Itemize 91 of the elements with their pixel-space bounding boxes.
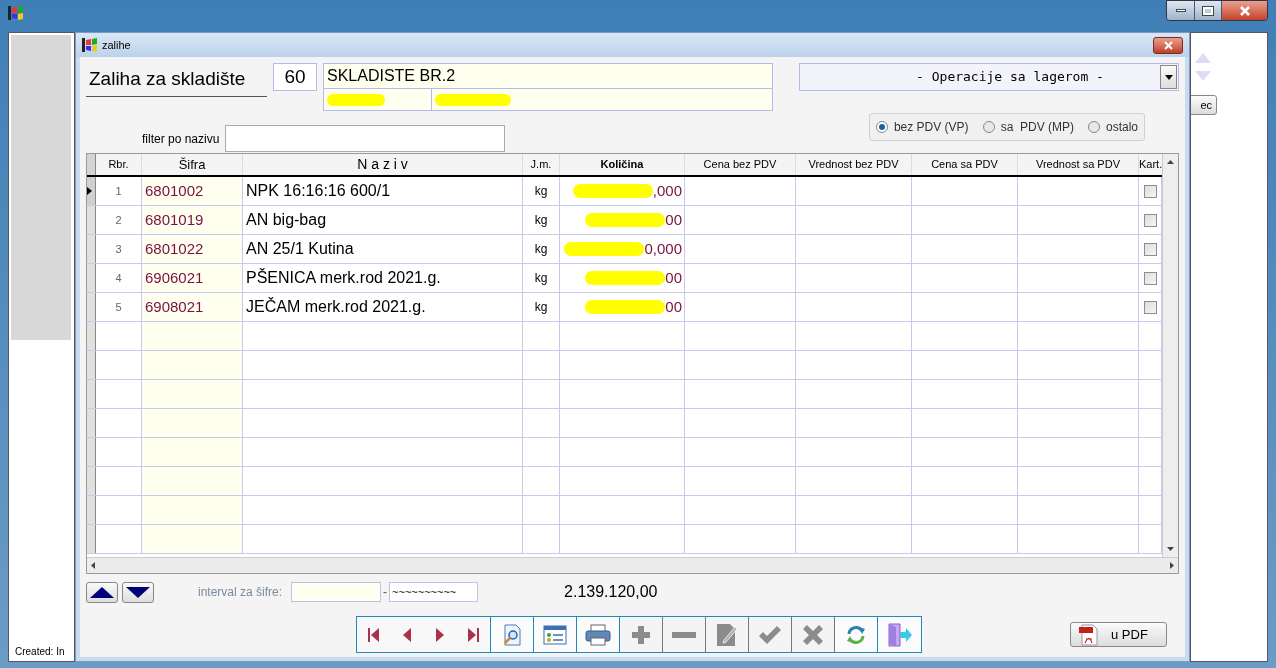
plus-icon [631,624,651,645]
table-cell: JEČAM merk.rod 2021.g. [243,293,523,321]
close-button[interactable] [1221,1,1267,20]
column-header: Rbr. [96,154,142,175]
scroll-right-icon [1170,562,1174,569]
minus-icon [672,630,696,639]
table-cell: kg [523,293,560,321]
table-cell: 6906021 [142,264,243,292]
vertical-scrollbar[interactable] [1162,154,1178,557]
move-up-button[interactable] [86,581,118,603]
next-record-icon [435,626,446,643]
maximize-button[interactable] [1194,1,1221,20]
horizontal-scrollbar[interactable] [87,557,1178,573]
pdf-file-icon [1079,623,1099,646]
up-arrow-icon [1195,53,1211,63]
radio-option[interactable]: sa PDV (MP) [982,118,1074,136]
table-cell: NPK 16:16:16 600/1 [243,177,523,205]
edit-document-icon [716,622,738,647]
table-cell: 6908021 [142,293,243,321]
table-cell-text: 00 [665,267,682,288]
close-icon [1163,40,1173,50]
column-header: Šifra [142,154,243,175]
operations-dropdown[interactable]: - Operacije sa lagerom - [799,63,1179,91]
interval-from-field[interactable] [291,582,382,602]
side-button[interactable]: ec [1191,95,1217,115]
printer-icon [585,623,611,646]
interval-to-field[interactable]: ~~~~~~~~~~ [389,582,479,602]
table-cell: PŠENICA merk.rod 2021.g. [243,264,523,292]
down-arrow-icon [1195,71,1211,81]
total-amount: 2.139.120,00 [564,582,658,602]
scroll-left-icon [91,562,95,569]
checkmark-icon [758,624,782,645]
table-cell-text: 0,000 [644,238,682,259]
checkbox[interactable] [1143,242,1157,256]
table-cell: kg [523,177,560,205]
checkbox[interactable] [1143,271,1157,285]
radio-option[interactable]: ostalo [1087,118,1138,136]
last-record-icon [466,626,481,643]
dropdown-arrow-icon [1164,74,1173,80]
exit-door-icon [886,622,913,647]
window-title: zalihe [102,37,131,53]
column-header: Količina [560,154,685,175]
checkbox[interactable] [1143,184,1157,198]
scroll-down-icon [1167,547,1174,551]
table-cell: kg [523,206,560,234]
pdf-export-button[interactable]: u PDF [1070,622,1167,647]
filter-label: filter po nazivu [142,130,220,148]
current-row-icon [87,187,92,195]
close-icon [1239,5,1250,16]
table-cell-text: 00 [665,296,682,317]
minimize-button[interactable] [1167,1,1194,20]
created-label: Created: In [14,645,66,659]
move-down-button[interactable] [122,581,154,603]
first-record-icon [366,626,381,643]
range-dash: - [382,584,389,601]
magnifier-document-icon [501,623,523,646]
column-header: Cena bez PDV [685,154,796,175]
app-icon [8,6,24,20]
column-header: Cena sa PDV [912,154,1018,175]
table-cell: 6801019 [142,206,243,234]
up-triangle-icon [90,586,114,598]
table-cell: kg [523,264,560,292]
table-cell: 6801002 [142,177,243,205]
table-cell: 6801022 [142,235,243,263]
filter-field[interactable] [225,125,506,152]
warehouse-code-field: 60 [273,63,317,91]
previous-record-icon [401,626,412,643]
table-cell: kg [523,235,560,263]
refresh-icon [845,623,867,646]
column-header: J.m. [523,154,560,175]
radio-option[interactable]: bez PDV (VP) [875,118,969,136]
interval-label: interval za šifre: [198,584,283,601]
app-icon [82,38,98,52]
table-cell-text: ,000 [652,180,682,201]
form-icon [543,624,567,645]
column-header: Vrednost sa PDV [1018,154,1139,175]
form-title: Zaliha za skladište [86,63,267,97]
scroll-up-icon [1167,160,1174,164]
checkbox[interactable] [1143,300,1157,314]
close-button[interactable] [1153,36,1183,54]
column-header: N a z i v [243,154,523,175]
table-cell: AN big-bag [243,206,523,234]
down-triangle-icon [126,586,150,598]
table-cell-text: 00 [665,209,682,230]
x-icon [802,623,824,646]
redaction-mark [327,93,385,106]
row-selector[interactable] [87,177,96,205]
header-corner [87,154,96,175]
column-header: Vrednost bez PDV [796,154,912,175]
checkbox[interactable] [1143,213,1157,227]
table-cell: AN 25/1 Kutina [243,235,523,263]
